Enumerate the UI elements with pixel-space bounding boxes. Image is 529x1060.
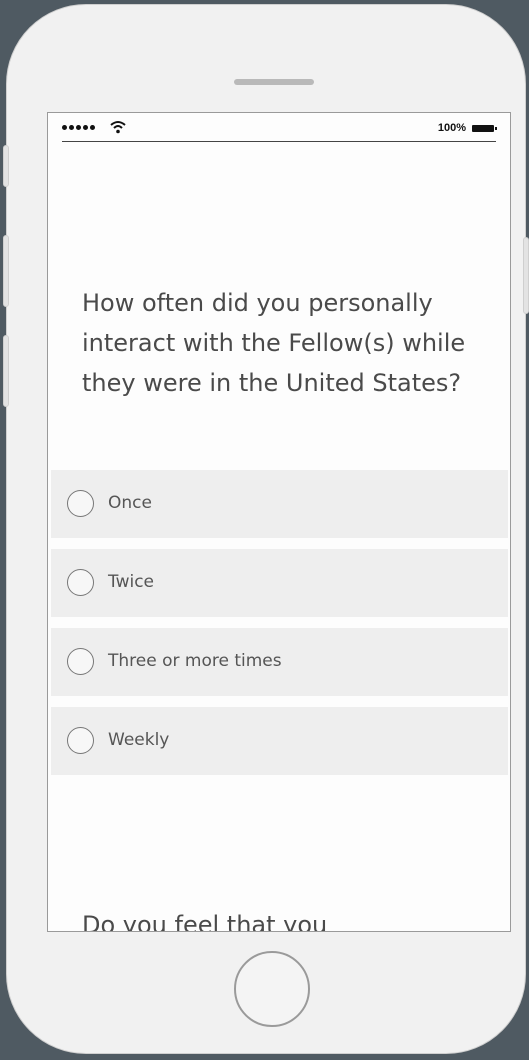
phone-frame: 100% How often did you personally intera… <box>3 4 529 1054</box>
radio-button[interactable] <box>67 648 94 675</box>
option-label: Three or more times <box>108 651 282 671</box>
option-once[interactable]: Once <box>51 470 508 538</box>
battery-icon <box>472 125 497 132</box>
battery-percentage: 100% <box>437 122 466 134</box>
survey-question: How often did you personally interact wi… <box>82 289 466 397</box>
home-button[interactable] <box>234 951 310 1027</box>
next-question-partial: Do you feel that you <box>82 911 328 932</box>
option-twice[interactable]: Twice <box>51 549 508 617</box>
status-bar: 100% <box>62 119 497 142</box>
signal-dots-icon <box>62 125 95 130</box>
volume-up-button <box>3 235 9 307</box>
answer-options: Once Twice Three or more times Weekly <box>51 470 508 786</box>
power-button <box>523 237 529 314</box>
option-three-or-more-times[interactable]: Three or more times <box>51 628 508 696</box>
radio-button[interactable] <box>67 490 94 517</box>
speaker-grille <box>234 79 314 85</box>
radio-button[interactable] <box>67 727 94 754</box>
radio-button[interactable] <box>67 569 94 596</box>
volume-down-button <box>3 335 9 407</box>
mute-switch <box>3 145 9 187</box>
option-weekly[interactable]: Weekly <box>51 707 508 775</box>
option-label: Twice <box>108 572 155 592</box>
option-label: Once <box>108 493 152 513</box>
wifi-icon <box>110 121 126 134</box>
phone-screen: 100% How often did you personally intera… <box>47 112 511 932</box>
option-label: Weekly <box>108 730 170 750</box>
